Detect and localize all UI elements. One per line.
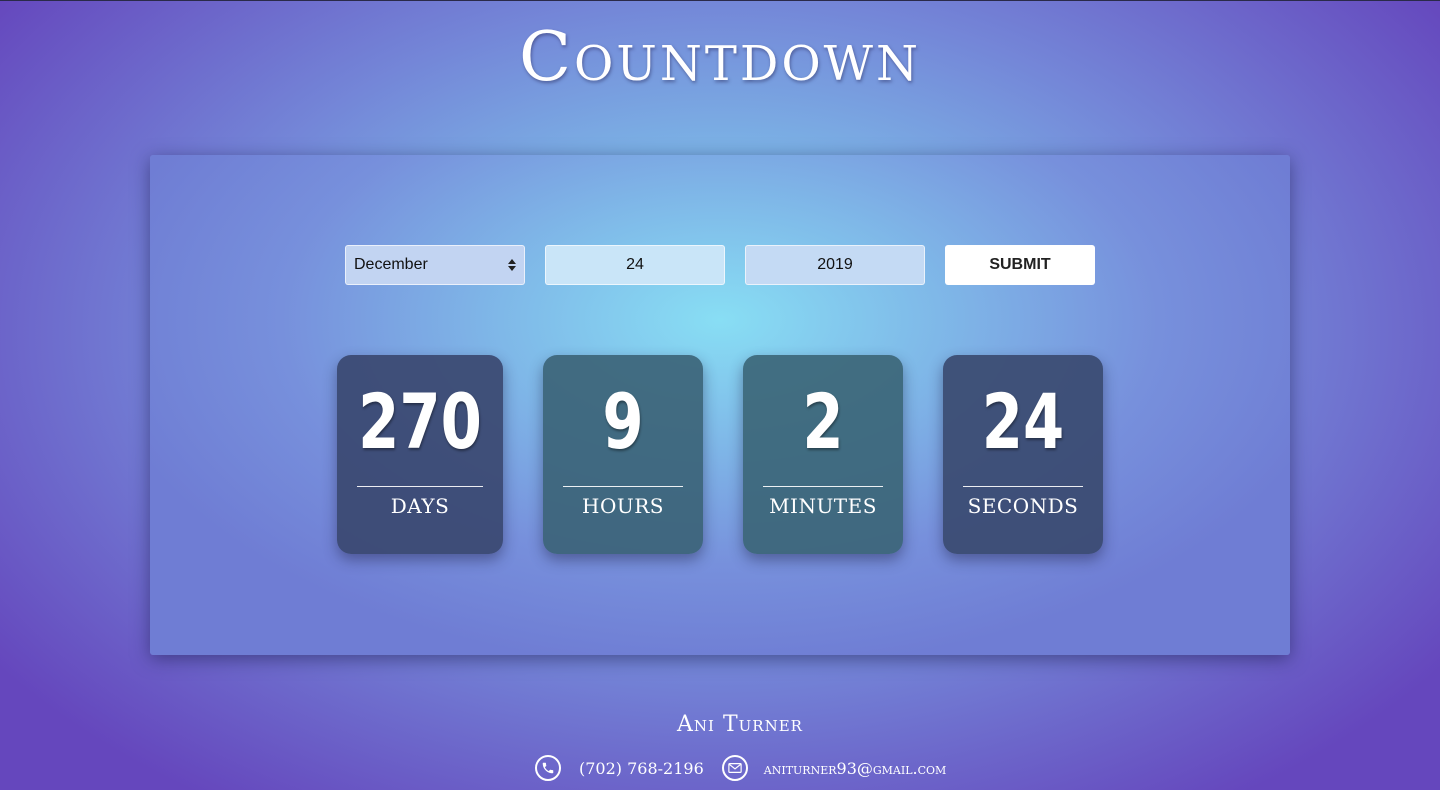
submit-button[interactable]: SUBMIT (945, 245, 1095, 285)
phone-number[interactable]: (702) 768-2196 (579, 759, 704, 778)
minutes-value: 2 (802, 377, 844, 466)
hours-card: 9 HOURS (543, 355, 703, 554)
select-arrows-icon (507, 259, 516, 271)
seconds-divider (963, 486, 1083, 487)
month-select[interactable]: December (345, 245, 525, 285)
seconds-value: 24 (981, 377, 1065, 466)
email-address[interactable]: aniturner93@gmail.com (764, 759, 947, 778)
author-name: Ani Turner (677, 712, 803, 737)
hours-value: 9 (602, 377, 644, 466)
minutes-label: MINUTES (769, 494, 877, 518)
days-divider (357, 486, 483, 487)
envelope-icon[interactable] (721, 755, 748, 781)
contact-row: (702) 768-2196 aniturner93@gmail.com (535, 754, 965, 782)
year-input[interactable] (745, 245, 925, 285)
countdown-panel: December SUBMIT 270 DAYS 9 HOURS 2 MINUT… (150, 155, 1290, 655)
seconds-label: SECONDS (967, 494, 1079, 518)
hours-label: HOURS (582, 494, 664, 518)
hours-divider (563, 486, 683, 487)
minutes-divider (763, 486, 883, 487)
day-input[interactable] (545, 245, 725, 285)
seconds-card: 24 SECONDS (943, 355, 1103, 554)
minutes-card: 2 MINUTES (743, 355, 903, 554)
page-title: Countdown (518, 18, 922, 97)
phone-icon[interactable] (535, 755, 561, 781)
days-label: DAYS (390, 494, 450, 518)
days-value: 270 (358, 377, 482, 466)
days-card: 270 DAYS (337, 355, 503, 554)
month-select-value: December (354, 256, 428, 273)
